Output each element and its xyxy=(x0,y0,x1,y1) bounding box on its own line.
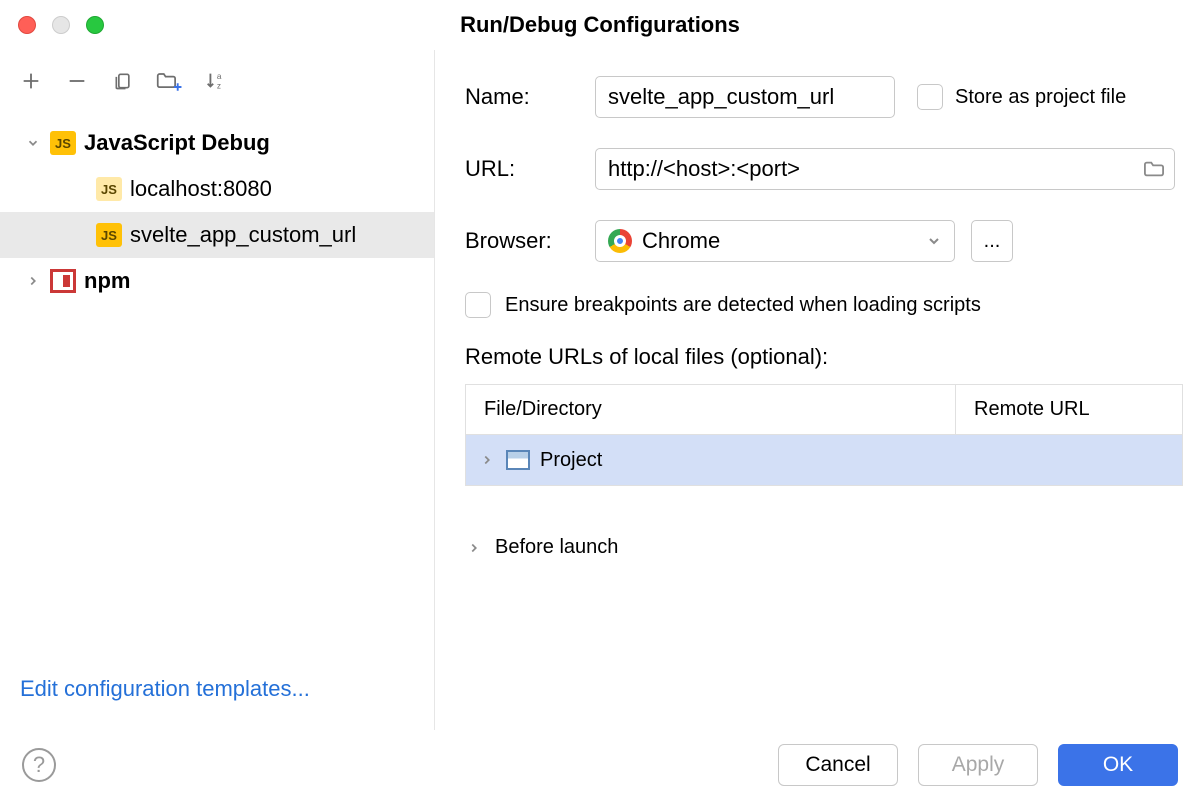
chevron-down-icon xyxy=(926,233,942,249)
project-icon xyxy=(506,450,530,470)
table-col-file[interactable]: File/Directory xyxy=(466,385,956,434)
chevron-right-icon xyxy=(465,539,483,557)
remote-urls-table: File/Directory Remote URL Project xyxy=(465,384,1183,486)
before-launch-label: Before launch xyxy=(495,536,618,559)
chevron-right-icon xyxy=(24,272,42,290)
chrome-icon xyxy=(608,229,632,253)
table-row[interactable]: Project xyxy=(466,435,1182,485)
add-config-button[interactable] xyxy=(18,68,44,94)
browser-value: Chrome xyxy=(642,228,720,254)
help-button[interactable]: ? xyxy=(22,748,56,782)
sort-button[interactable]: az xyxy=(202,68,228,94)
tree-label: npm xyxy=(84,268,130,294)
before-launch-section[interactable]: Before launch xyxy=(465,536,1200,559)
copy-config-button[interactable] xyxy=(110,68,136,94)
tree-node-npm[interactable]: npm xyxy=(0,258,434,304)
tree-node-js-debug[interactable]: JS JavaScript Debug xyxy=(0,120,434,166)
chevron-right-icon xyxy=(478,451,496,469)
ensure-breakpoints-label: Ensure breakpoints are detected when loa… xyxy=(505,294,981,317)
cancel-button[interactable]: Cancel xyxy=(778,744,898,786)
browser-label: Browser: xyxy=(465,228,595,254)
store-label: Store as project file xyxy=(955,86,1126,109)
browser-more-button[interactable]: ... xyxy=(971,220,1013,262)
folder-add-button[interactable] xyxy=(156,68,182,94)
table-project-label: Project xyxy=(540,449,602,472)
browser-select[interactable]: Chrome xyxy=(595,220,955,262)
name-input[interactable] xyxy=(595,76,895,118)
store-checkbox[interactable] xyxy=(917,84,943,110)
js-badge-icon: JS xyxy=(50,131,76,155)
tree-label: JavaScript Debug xyxy=(84,130,270,156)
tree-label: localhost:8080 xyxy=(130,176,272,202)
ensure-breakpoints-checkbox[interactable] xyxy=(465,292,491,318)
js-badge-icon: JS xyxy=(96,177,122,201)
config-form: Name: Store as project file URL: Browser… xyxy=(435,50,1200,730)
folder-icon[interactable] xyxy=(1143,159,1165,179)
url-input[interactable] xyxy=(595,148,1175,190)
remote-urls-label: Remote URLs of local files (optional): xyxy=(465,344,1200,370)
npm-icon xyxy=(50,269,76,293)
ok-button[interactable]: OK xyxy=(1058,744,1178,786)
apply-button[interactable]: Apply xyxy=(918,744,1038,786)
tree-node-svelte-app[interactable]: JS svelte_app_custom_url xyxy=(0,212,434,258)
url-label: URL: xyxy=(465,156,595,182)
svg-text:z: z xyxy=(217,81,221,90)
js-badge-icon: JS xyxy=(96,223,122,247)
table-col-remote[interactable]: Remote URL xyxy=(956,398,1182,421)
tree-label: svelte_app_custom_url xyxy=(130,222,356,248)
svg-text:a: a xyxy=(217,72,222,81)
sidebar: az JS JavaScript Debug JS localhost:8080… xyxy=(0,50,435,730)
remove-config-button[interactable] xyxy=(64,68,90,94)
tree-node-localhost[interactable]: JS localhost:8080 xyxy=(0,166,434,212)
name-label: Name: xyxy=(465,84,595,110)
window-title: Run/Debug Configurations xyxy=(0,12,1200,38)
edit-templates-link[interactable]: Edit configuration templates... xyxy=(20,676,310,701)
chevron-down-icon xyxy=(24,134,42,152)
